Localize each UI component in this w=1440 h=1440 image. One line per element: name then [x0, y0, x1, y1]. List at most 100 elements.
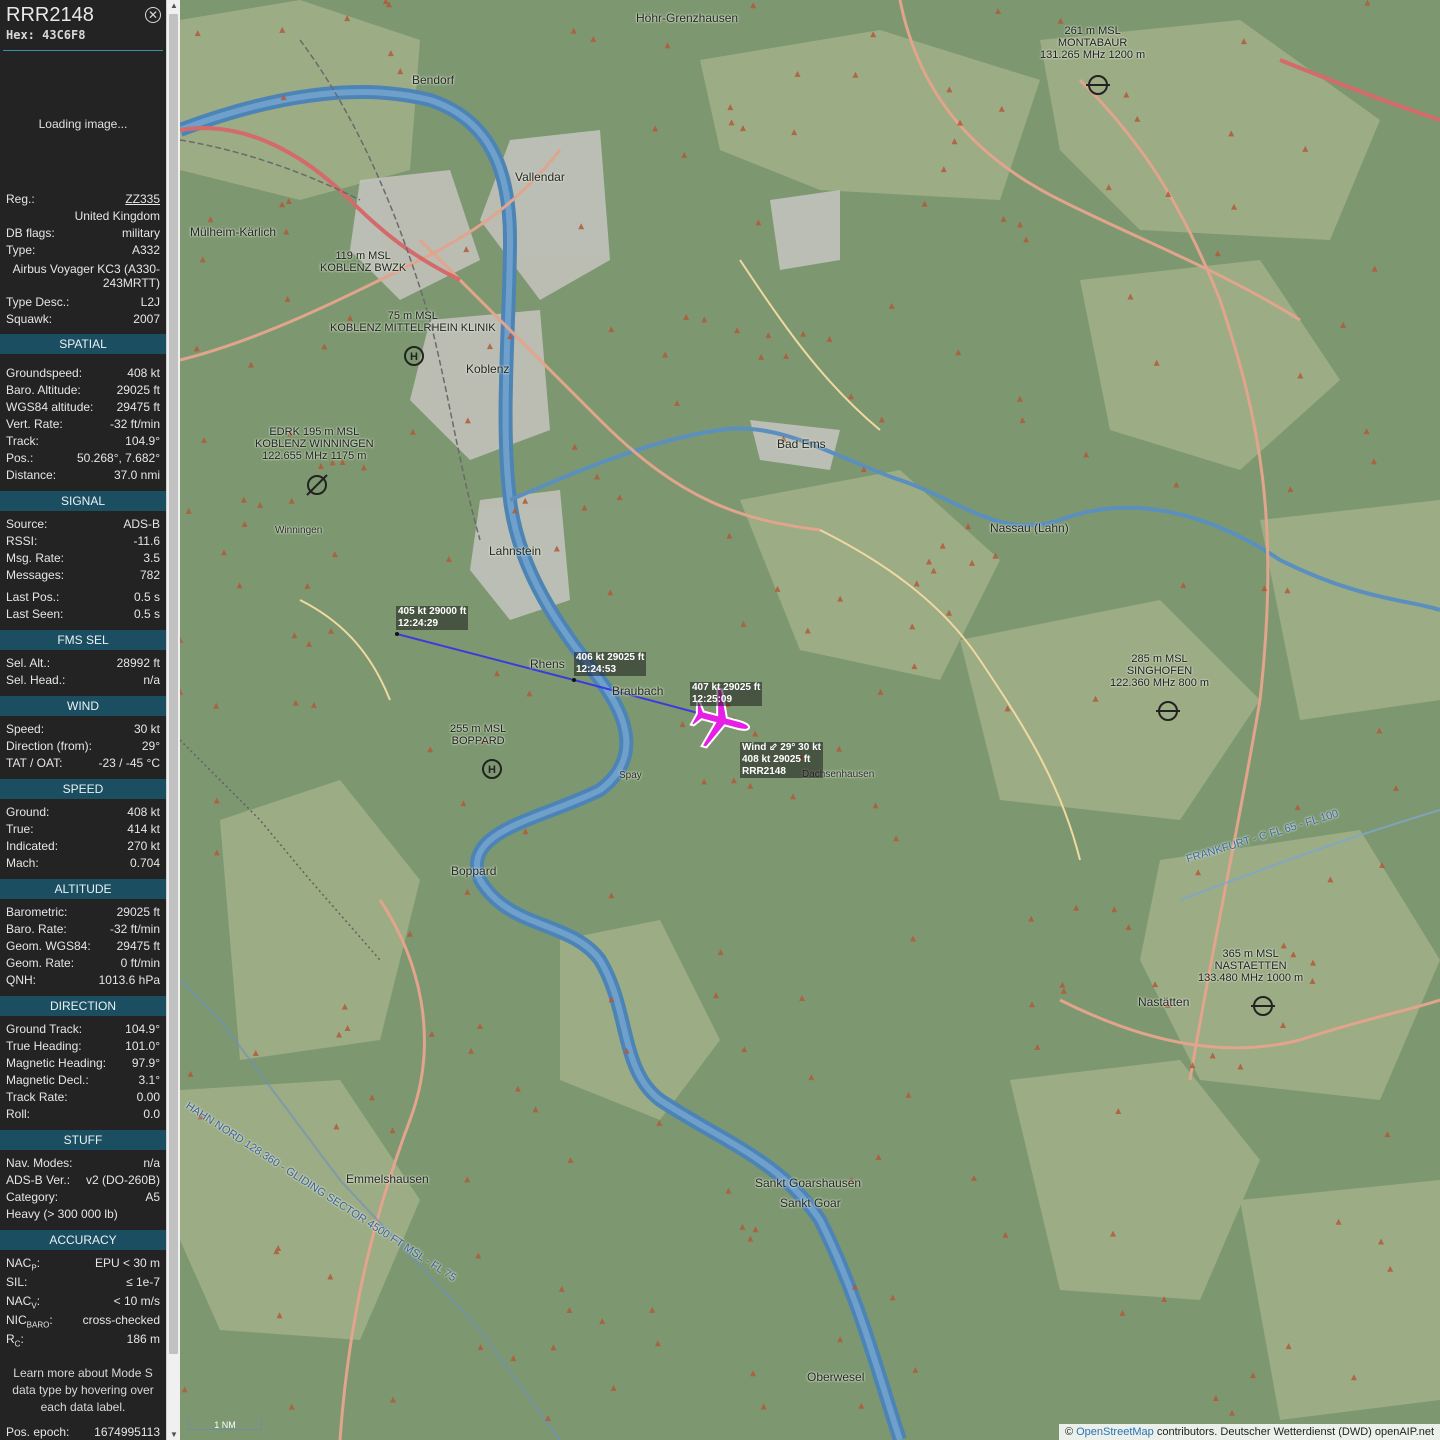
airfield-label[interactable]: 119 m MSL KOBLENZ BWZK [320, 250, 406, 274]
info-label[interactable]: Ground Track: [6, 1021, 82, 1038]
info-label[interactable]: Msg. Rate: [6, 550, 64, 567]
info-label[interactable]: Type: [6, 242, 35, 259]
airfield-label-line: 365 m MSL [1222, 948, 1279, 960]
info-label[interactable]: Sel. Alt.: [6, 655, 50, 672]
info-value: 104.9° [125, 1022, 160, 1036]
town-label: Oberwesel [807, 1370, 865, 1384]
airfield-label[interactable]: 75 m MSL KOBLENZ MITTELRHEIN KLINIK [330, 310, 496, 334]
info-label[interactable]: Last Seen: [6, 606, 63, 623]
info-value: military [122, 226, 160, 240]
info-label[interactable]: Heavy (> 300 000 lb) [6, 1206, 118, 1223]
info-row: Barometric: 29025 ft [6, 904, 160, 921]
info-label[interactable]: RSSI: [6, 533, 37, 550]
info-label[interactable]: Pos.: [6, 450, 33, 467]
info-value: 782 [139, 568, 160, 582]
info-label[interactable]: Pos. epoch: [6, 1424, 69, 1440]
airfield-label-line: 131.265 MHz 1200 m [1040, 49, 1146, 61]
info-label[interactable]: True: [6, 821, 34, 838]
info-row: Baro. Altitude: 29025 ft [6, 382, 160, 399]
info-value: 0.5 s [133, 590, 160, 604]
airfield-label[interactable]: 285 m MSL SINGHOFEN 122.360 MHz 800 m [1110, 653, 1209, 689]
info-label[interactable]: Magnetic Heading: [6, 1055, 106, 1072]
svg-text:H: H [488, 764, 496, 776]
sidebar-scrollbar[interactable]: ▲ ▼ [166, 0, 180, 1440]
info-value: n/a [143, 673, 160, 687]
info-label[interactable]: QNH: [6, 972, 36, 989]
info-label[interactable]: Speed: [6, 721, 44, 738]
map-view[interactable]: H H Höhr-Grenzhausen Bendorf Vallendar K… [180, 0, 1440, 1440]
info-row: WGS84 altitude: 29475 ft [6, 399, 160, 416]
info-value: 186 m [126, 1332, 160, 1346]
info-value: ≤ 1e-7 [126, 1275, 160, 1289]
openstreetmap-link[interactable]: OpenStreetMap [1076, 1426, 1154, 1438]
airfield-label-line: 133.480 MHz 1000 m [1198, 972, 1304, 984]
info-row: Sel. Head.: n/a [6, 672, 160, 689]
info-label[interactable]: Baro. Rate: [6, 921, 67, 938]
info-row: Indicated: 270 kt [6, 838, 160, 855]
info-label[interactable]: ADS-B Ver.: [6, 1172, 70, 1189]
info-label[interactable]: Messages: [6, 567, 64, 584]
info-label[interactable]: Geom. Rate: [6, 955, 74, 972]
info-value: cross-checked [82, 1313, 160, 1327]
scroll-up-arrow-icon[interactable]: ▲ [167, 1, 181, 10]
info-value: n/a [143, 1156, 160, 1170]
info-row: Ground: 408 kt [6, 804, 160, 821]
info-label[interactable]: Magnetic Decl.: [6, 1072, 89, 1089]
info-label[interactable]: RC: [6, 1331, 24, 1352]
info-label[interactable]: Nav. Modes: [6, 1155, 72, 1172]
airfield-label[interactable]: 261 m MSL MONTABAUR 131.265 MHz 1200 m [1040, 25, 1145, 61]
track-point-label[interactable]: 406 kt 29025 ft 12:24:53 [574, 652, 647, 676]
info-label[interactable]: TAT / OAT: [6, 755, 62, 772]
scroll-down-arrow-icon[interactable]: ▼ [167, 1430, 181, 1439]
info-label[interactable]: Track Rate: [6, 1089, 68, 1106]
info-row: QNH: 1013.6 hPa [6, 972, 160, 989]
track-point-label[interactable]: 405 kt 29000 ft 12:24:29 [396, 606, 469, 630]
aircraft-info-sidebar: RRR2148 Hex: 43C6F8 ✕ Loading image... R… [0, 0, 166, 1440]
map-attribution: © OpenStreetMap contributors. Deutscher … [1058, 1424, 1440, 1440]
info-label[interactable]: SIL: [6, 1274, 27, 1291]
town-label: Spay [619, 770, 642, 781]
info-label[interactable]: Source: [6, 516, 47, 533]
airfield-label[interactable]: 255 m MSL BOPPARD [450, 723, 506, 747]
info-label[interactable]: Indicated: [6, 838, 58, 855]
info-row: NACP: EPU < 30 m [6, 1255, 160, 1272]
info-label[interactable]: Roll: [6, 1106, 30, 1123]
info-value: 2007 [133, 312, 160, 326]
close-circle-icon[interactable]: ✕ [145, 7, 161, 23]
info-label[interactable]: Geom. WGS84: [6, 938, 91, 955]
info-value[interactable]: ZZ335 [125, 191, 160, 208]
info-value: 29025 ft [116, 383, 160, 397]
airfield-label[interactable]: 365 m MSL NASTAETTEN 133.480 MHz 1000 m [1198, 948, 1303, 984]
info-row: Pos. epoch: 1674995113 [6, 1424, 160, 1440]
info-label[interactable]: WGS84 altitude: [6, 399, 93, 416]
track-point-label-line: 12:25:09 [692, 694, 733, 705]
airfield-label-line: 261 m MSL [1064, 25, 1121, 37]
aircraft-label[interactable]: Wind ⬃ 29° 30 kt 408 kt 29025 ft RRR2148 [740, 742, 823, 778]
info-label[interactable]: Category: [6, 1189, 58, 1206]
info-label[interactable]: Distance: [6, 467, 56, 484]
info-label[interactable]: DB flags: [6, 225, 55, 242]
airfield-label[interactable]: EDRK 195 m MSL KOBLENZ WINNINGEN 122.655 M… [255, 426, 374, 462]
info-label[interactable]: Baro. Altitude: [6, 382, 81, 399]
info-value: 97.9° [131, 1056, 160, 1070]
info-label[interactable]: Mach: [6, 855, 39, 872]
info-row: Last Pos.: 0.5 s [6, 589, 160, 606]
info-label[interactable]: Track: [6, 433, 39, 450]
info-label[interactable]: Vert. Rate: [6, 416, 63, 433]
track-point-label-line: 406 kt 29025 ft [576, 652, 645, 663]
info-value: < 10 m/s [113, 1294, 160, 1308]
info-label[interactable]: Ground: [6, 804, 49, 821]
info-label[interactable]: Groundspeed: [6, 365, 82, 382]
info-label[interactable]: Barometric: [6, 904, 67, 921]
town-label: Lahnstein [489, 544, 542, 558]
scroll-thumb[interactable] [169, 14, 178, 1354]
info-label[interactable]: Direction (from): [6, 738, 92, 755]
info-label[interactable]: Type Desc.: [6, 294, 69, 311]
track-point-label[interactable]: 407 kt 29025 ft 12:25:09 [690, 682, 763, 706]
info-label[interactable]: Last Pos.: [6, 589, 59, 606]
info-label[interactable]: Sel. Head.: [6, 672, 65, 689]
info-label[interactable]: Squawk: [6, 311, 52, 328]
info-label[interactable]: True Heading: [6, 1038, 82, 1055]
info-label[interactable]: Reg.: [6, 191, 35, 208]
info-row: TAT / OAT: -23 / -45 °C [6, 755, 160, 772]
